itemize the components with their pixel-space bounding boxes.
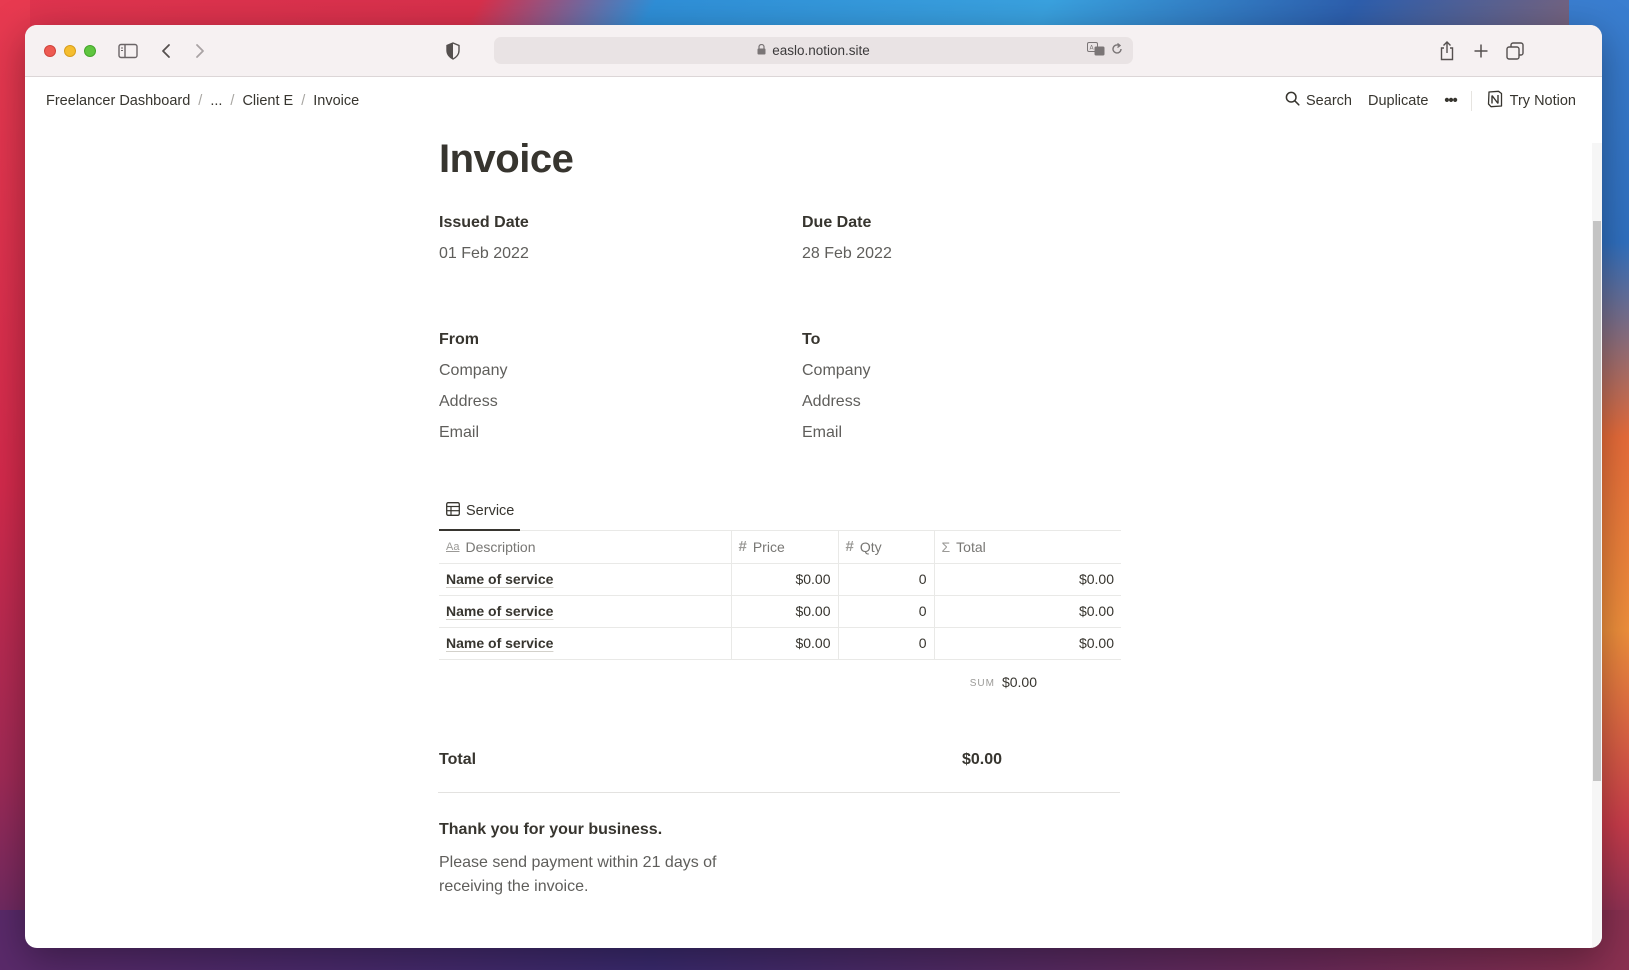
to-email[interactable]: Email <box>802 424 1142 444</box>
to-label: To <box>802 331 821 348</box>
notion-logo-icon <box>1486 90 1504 112</box>
more-options-button[interactable]: ••• <box>1436 93 1464 109</box>
duplicate-label: Duplicate <box>1367 92 1429 109</box>
cell-total[interactable]: $0.00 <box>934 627 1121 660</box>
table-summary-row[interactable]: SUM $0.00 <box>439 668 1121 698</box>
duplicate-button[interactable]: Duplicate <box>1360 93 1436 109</box>
table-row[interactable]: Name of service $0.00 0 $0.00 <box>439 627 1121 660</box>
tab-service-label: Service <box>466 503 515 519</box>
table-row[interactable]: Name of service $0.00 0 $0.00 <box>439 563 1121 596</box>
table-row[interactable]: Name of service $0.00 0 $0.00 <box>439 595 1121 628</box>
sum-value: $0.00 <box>1001 674 1037 690</box>
column-header-total[interactable]: Σ Total <box>934 531 1121 564</box>
breadcrumb-item-invoice[interactable]: Invoice <box>309 93 363 109</box>
divider <box>438 792 1120 793</box>
issued-date-value[interactable]: 01 Feb 2022 <box>439 245 779 265</box>
address-bar[interactable]: easlo.notion.site A <box>494 37 1133 64</box>
due-date-label: Due Date <box>802 214 872 231</box>
database-view-tabs: Service <box>439 493 1121 531</box>
breadcrumb-separator: / <box>301 92 306 109</box>
column-header-description[interactable]: Aa Description <box>439 531 732 564</box>
cell-total[interactable]: $0.00 <box>934 595 1121 628</box>
notion-topbar: Freelancer Dashboard / ... / Client E / … <box>25 78 1602 123</box>
column-header-label: Qty <box>859 538 882 555</box>
table-header-row: Aa Description # Price # Qty Σ Total <box>439 531 1121 564</box>
topbar-divider <box>1470 90 1472 111</box>
breadcrumb-item-ellipsis[interactable]: ... <box>206 93 226 109</box>
privacy-shield-icon[interactable] <box>443 39 463 63</box>
breadcrumb-separator: / <box>198 92 203 109</box>
page-title: Invoice <box>439 137 574 181</box>
sum-label: SUM <box>969 678 995 689</box>
try-notion-label: Try Notion <box>1509 92 1576 109</box>
grand-total-value: $0.00 <box>962 751 1003 768</box>
to-block: To Company Address Email <box>802 331 1142 444</box>
search-label: Search <box>1306 92 1352 109</box>
column-header-qty[interactable]: # Qty <box>838 531 935 564</box>
breadcrumb-item-freelancer-dashboard[interactable]: Freelancer Dashboard <box>42 93 194 109</box>
cell-description[interactable]: Name of service <box>439 627 732 660</box>
text-property-icon: Aa <box>446 540 460 553</box>
from-label: From <box>439 331 479 348</box>
new-tab-icon[interactable] <box>1471 39 1491 63</box>
sidebar-toggle-icon[interactable] <box>117 39 139 63</box>
cell-price[interactable]: $0.00 <box>731 627 839 660</box>
payment-note: Please send payment within 21 days of re… <box>439 854 717 895</box>
service-table: Aa Description # Price # Qty Σ Total Nam… <box>439 531 1121 660</box>
try-notion-button[interactable]: Try Notion <box>1478 90 1584 112</box>
breadcrumb-item-client-e[interactable]: Client E <box>238 93 297 109</box>
reload-icon[interactable] <box>1111 42 1123 59</box>
from-block: From Company Address Email <box>439 331 779 444</box>
minimize-window-button[interactable] <box>64 45 76 57</box>
number-property-icon: # <box>738 538 747 556</box>
from-address[interactable]: Address <box>439 393 779 413</box>
cell-description[interactable]: Name of service <box>439 563 732 596</box>
number-property-icon: # <box>845 538 854 556</box>
browser-window: easlo.notion.site A Freelancer Dashboard… <box>25 25 1602 948</box>
lock-icon <box>757 43 766 58</box>
svg-text:A: A <box>1090 45 1095 52</box>
forward-icon[interactable] <box>191 39 209 63</box>
url-text: easlo.notion.site <box>772 43 870 58</box>
column-header-label: Description <box>465 538 536 555</box>
due-date-block: Due Date 28 Feb 2022 <box>802 214 1142 265</box>
cell-qty[interactable]: 0 <box>838 627 935 660</box>
more-icon: ••• <box>1444 92 1457 109</box>
cell-price[interactable]: $0.00 <box>731 563 839 596</box>
issued-date-block: Issued Date 01 Feb 2022 <box>439 214 779 265</box>
table-view-icon <box>446 502 460 520</box>
cell-description[interactable]: Name of service <box>439 595 732 628</box>
cell-qty[interactable]: 0 <box>838 595 935 628</box>
to-address[interactable]: Address <box>802 393 1142 413</box>
grand-total-label: Total <box>439 751 477 768</box>
back-icon[interactable] <box>157 39 175 63</box>
tab-overview-icon[interactable] <box>1505 39 1525 63</box>
column-header-label: Total <box>956 538 986 555</box>
cell-qty[interactable]: 0 <box>838 563 935 596</box>
breadcrumb: Freelancer Dashboard / ... / Client E / … <box>42 93 363 109</box>
tab-service[interactable]: Service <box>439 493 520 531</box>
thank-you-heading: Thank you for your business. <box>439 821 663 838</box>
to-company[interactable]: Company <box>802 362 1142 382</box>
browser-toolbar: easlo.notion.site A <box>25 25 1602 77</box>
cell-total[interactable]: $0.00 <box>934 563 1121 596</box>
cell-price[interactable]: $0.00 <box>731 595 839 628</box>
due-date-value[interactable]: 28 Feb 2022 <box>802 245 1142 265</box>
issued-date-label: Issued Date <box>439 214 529 231</box>
search-icon <box>1285 91 1300 110</box>
translate-icon[interactable]: A <box>1087 42 1105 59</box>
scrollbar-thumb[interactable] <box>1593 221 1601 781</box>
column-header-label: Price <box>752 538 785 555</box>
close-window-button[interactable] <box>44 45 56 57</box>
formula-property-icon: Σ <box>941 538 951 555</box>
from-email[interactable]: Email <box>439 424 779 444</box>
zoom-window-button[interactable] <box>84 45 96 57</box>
topbar-actions: Search Duplicate ••• Try Notion <box>1277 90 1584 112</box>
column-header-price[interactable]: # Price <box>731 531 839 564</box>
breadcrumb-separator: / <box>230 92 235 109</box>
share-icon[interactable] <box>1437 39 1457 63</box>
search-button[interactable]: Search <box>1277 91 1360 110</box>
from-company[interactable]: Company <box>439 362 779 382</box>
